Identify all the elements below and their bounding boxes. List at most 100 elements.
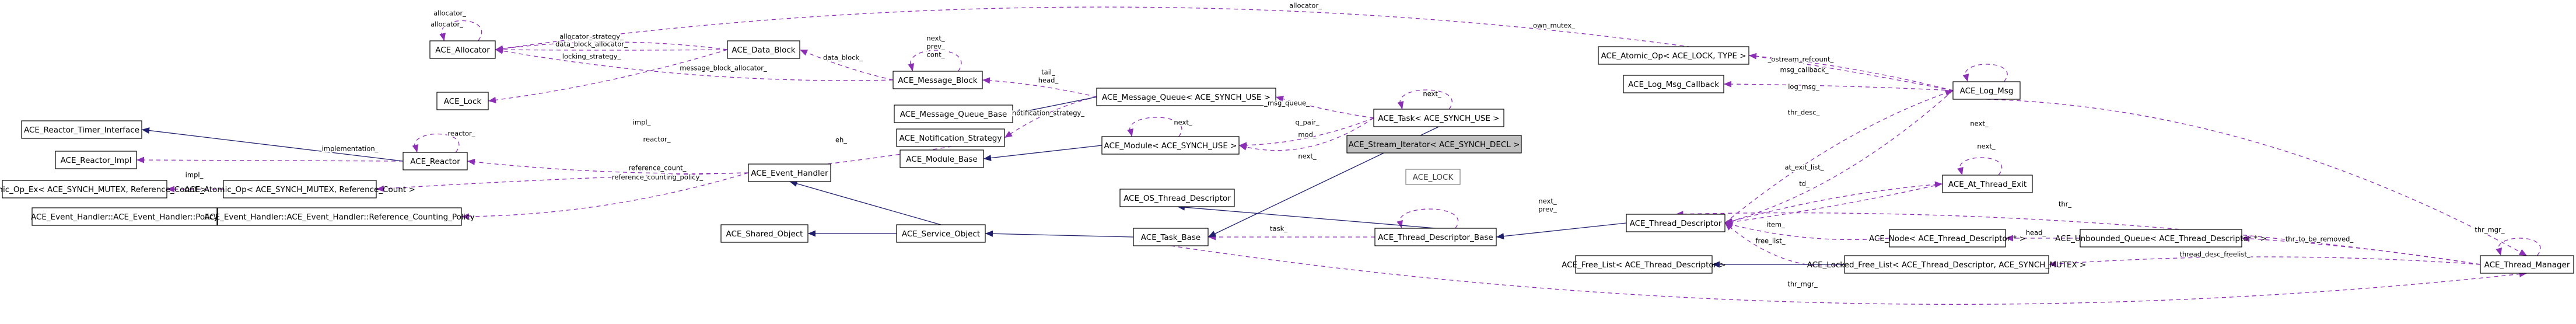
edge-label-reactor_self: reactor_	[448, 130, 475, 138]
edge-label-task: task_	[1270, 225, 1287, 233]
edge-label-eh: eh_	[835, 136, 847, 144]
node-notification_strategy[interactable]: ACE_Notification_Strategy	[896, 128, 1005, 147]
edge-label-thr_to_be_removed: thr_to_be_removed_	[2286, 235, 2354, 243]
node-label: ACE_Node< ACE_Thread_Descriptor * >	[1869, 234, 2026, 243]
edge-label-reference_count: reference_count_	[629, 164, 687, 172]
node-atomic_op_lock_type[interactable]: ACE_Atomic_Op< ACE_LOCK, TYPE >	[1598, 46, 1749, 65]
edge-label-thr_desc: thr_desc_	[1788, 109, 1820, 117]
node-unbounded_queue[interactable]: ACE_Unbounded_Queue< ACE_Thread_Descript…	[2055, 229, 2267, 248]
node-label: ACE_Event_Handler::ACE_Event_Handler::Re…	[204, 212, 475, 222]
node-module_base[interactable]: ACE_Module_Base	[900, 149, 984, 168]
edge-label-next_mb: next_	[926, 34, 944, 43]
edge-label-data_block_allocator: data_block_allocator_	[555, 40, 628, 48]
edge-label-allocator_long: allocator_	[1289, 2, 1322, 10]
node-message_queue_base[interactable]: ACE_Message_Queue_Base	[894, 104, 1013, 123]
node-stream_iterator[interactable]: ACE_Stream_Iterator< ACE_SYNCH_DECL >	[1346, 135, 1522, 154]
node-label: ACE_Module_Base	[906, 155, 977, 164]
node-label: ACE_Allocator	[435, 46, 490, 55]
node-label: ACE_Shared_Object	[726, 229, 803, 239]
node-lock[interactable]: ACE_Lock	[436, 92, 489, 110]
node-label: ACE_Lock	[444, 97, 482, 106]
node-label: ACE_Message_Queue< ACE_SYNCH_USE >	[1102, 93, 1270, 102]
node-label: ACE_Unbounded_Queue< ACE_Thread_Descript…	[2055, 234, 2267, 243]
edge-label-implementation: implementation_	[322, 145, 379, 153]
edge-label-locking_strategy: locking_strategy_	[562, 53, 621, 61]
edge-label-ostream_refcount: _ostream_refcount_	[1768, 55, 1834, 64]
node-message_block[interactable]: ACE_Message_Block	[892, 71, 983, 89]
edge-label-allocator_self: allocator_	[430, 20, 463, 29]
node-label: ACE_Log_Msg	[1960, 86, 2014, 96]
node-label: ACE_Atomic_Op< ACE_LOCK, TYPE >	[1601, 51, 1746, 61]
node-event_handler[interactable]: ACE_Event_Handler	[748, 163, 831, 182]
node-allocator[interactable]: ACE_Allocator	[429, 40, 496, 59]
node-label: ACE_Reactor_Timer_Interface	[24, 126, 139, 135]
node-label: ACE_LOCK	[1413, 173, 1454, 182]
node-task_base[interactable]: ACE_Task_Base	[1133, 228, 1209, 246]
node-label: ACE_Task< ACE_SYNCH_USE >	[1378, 114, 1500, 123]
edge-label-msg_queue: _msg_queue_	[1264, 99, 1310, 107]
node-reactor_impl[interactable]: ACE_Reactor_Impl	[55, 151, 137, 169]
node-label: ACE_Data_Block	[732, 46, 795, 55]
node-label: ACE_Locked_Free_List< ACE_Thread_Descrip…	[1807, 260, 2087, 270]
node-label: ACE_Message_Queue_Base	[900, 110, 1007, 119]
node-label: ACE_Reactor_Impl	[61, 156, 132, 165]
node-thread_desc_base[interactable]: ACE_Thread_Descriptor_Base	[1374, 228, 1497, 246]
node-label: ACE_Service_Object	[902, 229, 980, 239]
edge-label-next_tdb: next_	[1538, 197, 1556, 205]
node-label: ACE_Message_Block	[898, 76, 977, 85]
node-message_queue_t[interactable]: ACE_Message_Queue< ACE_SYNCH_USE >	[1096, 88, 1276, 106]
node-task_t[interactable]: ACE_Task< ACE_SYNCH_USE >	[1373, 109, 1504, 127]
edge-label-next_module_self: next_	[1174, 119, 1192, 127]
node-log_msg[interactable]: ACE_Log_Msg	[1952, 81, 2021, 100]
edge-label-impl2: impl_	[186, 171, 204, 179]
node-shared_object[interactable]: ACE_Shared_Object	[720, 224, 808, 243]
node-data_block[interactable]: ACE_Data_Block	[727, 40, 800, 59]
node-label: ACE_Event_Handler	[751, 169, 828, 178]
edge-label-reference_counting: reference_counting_policy_	[612, 173, 703, 182]
node-ref_counting_policy[interactable]: ACE_Event_Handler::ACE_Event_Handler::Re…	[204, 207, 475, 226]
edge-label-cont_mb: cont_	[927, 51, 945, 59]
edge-layer	[136, 6, 2541, 305]
node-reactor_timer_iface[interactable]: ACE_Reactor_Timer_Interface	[21, 120, 142, 139]
edge-label-allocator_strategy: allocator_strategy_	[559, 33, 624, 41]
node-label: ACE_Thread_Manager	[2484, 260, 2570, 270]
edge-label-thr_mgr_bottom: thr_mgr_	[1787, 280, 1818, 288]
edge-label-allocator_top: allocator_	[433, 9, 466, 18]
edge-label-own_mutex: own_mutex_	[1533, 22, 1575, 30]
node-label: ACE_Module< ACE_SYNCH_USE >	[1104, 141, 1237, 151]
node-label: ACE_Event_Handler::ACE_Event_Handler::Po…	[31, 212, 218, 222]
edge-label-free_list: free_list_	[1755, 237, 1785, 245]
node-os_thread_descriptor[interactable]: ACE_OS_Thread_Descriptor	[1119, 189, 1235, 207]
edge-label-next_atexit: next_	[1977, 142, 1995, 151]
node-layer: ACE_Allocator ACE_Data_Block ACE_Lock ACE_M…	[0, 40, 2574, 274]
node-log_msg_callback[interactable]: ACE_Log_Msg_Callback	[1623, 75, 1724, 93]
edge-label-prev_tdb: prev_	[1538, 205, 1557, 214]
edge-label-next_log: next_	[1970, 120, 1988, 128]
node-service_object[interactable]: ACE_Service_Object	[896, 224, 986, 243]
node-label: ACE_Free_List< ACE_Thread_Descriptor >	[1562, 260, 1726, 270]
edge-label-thr_mgr_right: thr_mgr_	[2474, 226, 2505, 234]
node-atomic_op[interactable]: ACE_Atomic_Op< ACE_SYNCH_MUTEX, Referenc…	[184, 180, 415, 198]
node-label: ACE_Reactor	[410, 157, 460, 166]
node-ace_lock_small[interactable]: ACE_LOCK	[1405, 169, 1461, 185]
node-thread_manager[interactable]: ACE_Thread_Manager	[2480, 255, 2574, 274]
edge-label-q_pair: q_pair_	[1295, 119, 1319, 127]
edge-label-thr: thr_	[2059, 200, 2072, 208]
node-locked_free_list[interactable]: ACE_Locked_Free_List< ACE_Thread_Descrip…	[1807, 255, 2087, 274]
edge-label-log_msg: log_msg_	[1788, 83, 1819, 91]
node-label: ACE_Notification_Strategy	[900, 134, 1002, 143]
edge-label-head_uq: head_	[2026, 229, 2046, 237]
node-thread_descriptor[interactable]: ACE_Thread_Descriptor	[1626, 214, 1726, 232]
node-node_thread_desc[interactable]: ACE_Node< ACE_Thread_Descriptor * >	[1869, 229, 2026, 248]
edge-label-reactor_eh: reactor_	[643, 135, 671, 144]
edge-label-tail: tail_	[1041, 68, 1055, 76]
node-label: ACE_Thread_Descriptor	[1630, 219, 1722, 228]
node-free_list[interactable]: ACE_Free_List< ACE_Thread_Descriptor >	[1562, 255, 1726, 274]
node-module_t[interactable]: ACE_Module< ACE_SYNCH_USE >	[1101, 136, 1240, 155]
edge-label-prev_mb: prev_	[926, 43, 945, 51]
node-event_handler_policy[interactable]: ACE_Event_Handler::ACE_Event_Handler::Po…	[31, 207, 218, 226]
node-atomic_op_ex[interactable]: ACE_Atomic_Op_Ex< ACE_SYNCH_MUTEX, Refer…	[0, 180, 206, 198]
node-reactor[interactable]: ACE_Reactor	[402, 152, 468, 170]
edge-label-data_block: data_block_	[823, 54, 863, 62]
node-at_thread_exit[interactable]: ACE_At_Thread_Exit	[1942, 175, 2033, 193]
